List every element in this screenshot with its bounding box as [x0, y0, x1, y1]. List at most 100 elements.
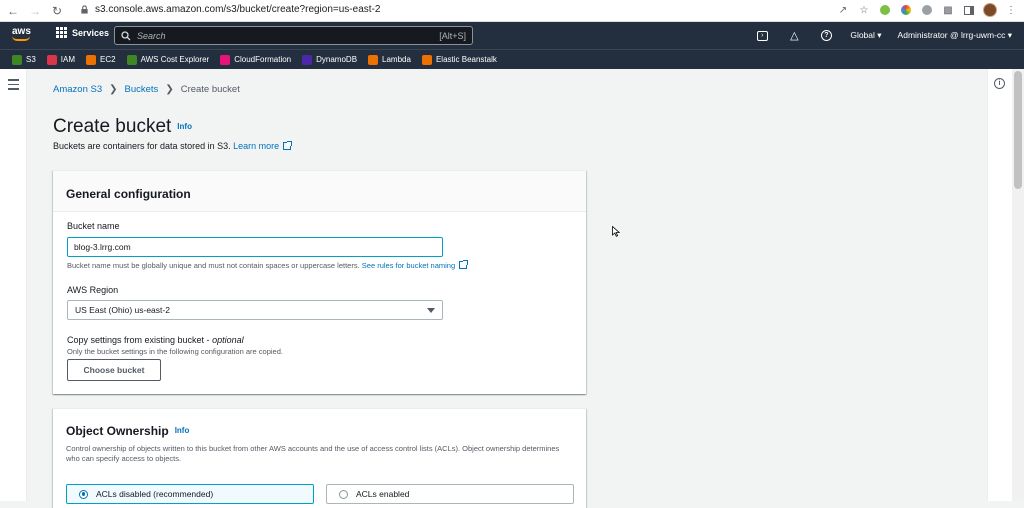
side-panel-icon[interactable] [962, 3, 976, 17]
account-label: Administrator @ lrrg-uwm-cc [897, 30, 1006, 40]
help-icon[interactable]: ? [819, 29, 833, 43]
aws-region-select[interactable]: US East (Ohio) us-east-2 [67, 300, 443, 320]
bucket-name-hint-text: Bucket name must be globally unique and … [67, 261, 360, 270]
profile-avatar[interactable] [983, 3, 997, 17]
scrollbar-thumb[interactable] [1014, 71, 1022, 189]
external-link-icon [283, 141, 293, 150]
address-bar[interactable]: s3.console.aws.amazon.com/s3/bucket/crea… [80, 4, 380, 15]
back-arrow-icon[interactable]: ← [4, 2, 22, 20]
mouse-cursor-icon [612, 226, 620, 237]
elastic-beanstalk-service-icon [421, 54, 432, 65]
optional-tag: optional [212, 335, 244, 345]
aws-logo-text: aws [12, 26, 31, 37]
favorite-ec2[interactable]: EC2 [86, 54, 116, 65]
caret-down-icon [427, 308, 435, 313]
copy-settings-label-text: Copy settings from existing bucket - [67, 335, 213, 345]
breadcrumb-amazon-s3[interactable]: Amazon S3 [53, 84, 102, 95]
services-menu-button[interactable]: Services [56, 27, 109, 38]
url-text: s3.console.aws.amazon.com/s3/bucket/crea… [95, 4, 381, 15]
aws-logo[interactable]: aws [12, 27, 34, 44]
extension-gray-icon[interactable] [920, 3, 934, 17]
cloudformation-service-icon [220, 54, 231, 65]
lock-icon [81, 5, 88, 14]
browser-toolbar: ← → ↻ s3.console.aws.amazon.com/s3/bucke… [0, 0, 1024, 22]
breadcrumb-buckets[interactable]: Buckets [125, 84, 159, 95]
info-panel-icon[interactable]: i [994, 78, 1005, 89]
copy-settings-label: Copy settings from existing bucket - opt… [67, 335, 244, 345]
search-shortcut: [Alt+S] [439, 30, 466, 41]
cost-explorer-service-icon [126, 54, 137, 65]
favorite-label: AWS Cost Explorer [140, 55, 210, 64]
favorites-bar: S3 IAM EC2 AWS Cost Explorer CloudFormat… [0, 49, 1024, 69]
tools-rail: i [987, 69, 1012, 501]
object-ownership-title: Object Ownership [66, 424, 169, 438]
reload-icon[interactable]: ↻ [48, 2, 66, 20]
page-title: Create bucket Info [53, 116, 192, 138]
page-description: Buckets are containers for data stored i… [53, 141, 293, 151]
s3-service-icon [12, 54, 22, 65]
favorite-s3[interactable]: S3 [12, 54, 36, 65]
account-menu[interactable]: Administrator @ lrrg-uwm-cc ▾ [898, 30, 1012, 41]
favorite-lambda[interactable]: Lambda [368, 54, 411, 65]
extension-color-wheel-icon[interactable] [899, 3, 913, 17]
favorite-label: DynamoDB [316, 55, 358, 64]
acls-enabled-label: ACLs enabled [356, 489, 410, 499]
acls-disabled-label: ACLs disabled (recommended) [96, 489, 214, 499]
external-link-icon [459, 260, 469, 269]
extensions-puzzle-icon[interactable]: ▩ [941, 3, 955, 17]
aws-top-navigation: aws Services Search [Alt+S] › △ ? Global… [0, 22, 1024, 49]
services-label: Services [72, 27, 110, 38]
general-configuration-title: General configuration [66, 187, 191, 201]
favorite-label: EC2 [100, 55, 116, 64]
iam-service-icon [46, 54, 57, 65]
radio-selected-icon [79, 489, 88, 499]
grid-icon [56, 27, 67, 38]
learn-more-link[interactable]: Learn more [233, 141, 279, 151]
region-selector[interactable]: Global ▾ [850, 30, 881, 41]
aws-region-label: AWS Region [67, 285, 119, 295]
lambda-service-icon [368, 54, 379, 65]
bucket-name-hint: Bucket name must be globally unique and … [67, 260, 469, 270]
choose-bucket-button[interactable]: Choose bucket [67, 359, 161, 381]
radio-unselected-icon [339, 489, 348, 499]
navigation-drawer-rail [0, 69, 27, 501]
favorite-elastic-beanstalk[interactable]: Elastic Beanstalk [421, 54, 497, 65]
notifications-bell-icon[interactable]: △ [787, 29, 801, 43]
page-info-link[interactable]: Info [177, 122, 192, 131]
chevron-right-icon: ❯ [165, 84, 174, 95]
bucket-name-label: Bucket name [67, 221, 120, 231]
page-scrollbar[interactable] [1012, 69, 1024, 501]
favorite-label: IAM [60, 55, 76, 64]
aws-region-selected-value: US East (Ohio) us-east-2 [75, 305, 170, 315]
forward-arrow-icon[interactable]: → [26, 2, 44, 20]
bucket-naming-rules-link[interactable]: See rules for bucket naming [362, 261, 455, 270]
copy-settings-hint: Only the bucket settings in the followin… [67, 347, 283, 356]
extension-green-icon[interactable] [878, 3, 892, 17]
search-icon [121, 30, 131, 40]
favorite-cloudformation[interactable]: CloudFormation [220, 54, 292, 65]
hamburger-menu-icon[interactable] [8, 79, 19, 93]
dynamodb-service-icon [302, 54, 313, 65]
object-ownership-header: Object Ownership Info Control ownership o… [53, 409, 586, 464]
acls-enabled-option[interactable]: ACLs enabled [326, 484, 574, 504]
acls-disabled-option[interactable]: ACLs disabled (recommended) [66, 484, 314, 504]
region-label: Global [850, 30, 875, 40]
search-input[interactable]: Search [Alt+S] [114, 26, 473, 45]
favorite-label: CloudFormation [234, 55, 292, 64]
object-ownership-info-link[interactable]: Info [175, 426, 190, 435]
favorite-label: Elastic Beanstalk [435, 55, 497, 64]
bucket-name-input[interactable] [67, 237, 443, 257]
cloudshell-icon[interactable]: › [755, 29, 769, 43]
favorite-cost-explorer[interactable]: AWS Cost Explorer [126, 54, 210, 65]
ec2-service-icon [86, 54, 97, 65]
search-placeholder: Search [137, 30, 166, 41]
favorite-dynamodb[interactable]: DynamoDB [302, 54, 358, 65]
chevron-right-icon: ❯ [109, 84, 118, 95]
favorite-iam[interactable]: IAM [46, 54, 76, 65]
breadcrumb: Amazon S3 ❯ Buckets ❯ Create bucket [53, 84, 240, 95]
share-icon[interactable]: ↗ [836, 3, 850, 17]
bookmark-star-icon[interactable]: ☆ [857, 3, 871, 17]
general-configuration-header: General configuration [53, 171, 586, 212]
favorite-label: Lambda [382, 55, 411, 64]
more-menu-icon[interactable]: ⋮ [1004, 3, 1018, 17]
